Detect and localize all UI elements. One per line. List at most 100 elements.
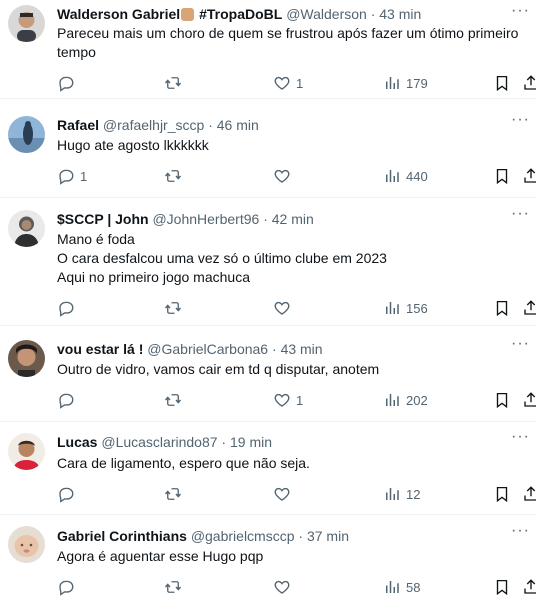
bookmark-button[interactable] (493, 484, 511, 504)
like-button[interactable]: 1 (273, 390, 303, 410)
share-button[interactable] (522, 166, 536, 186)
retweet-button[interactable] (164, 166, 182, 186)
views-button[interactable]: 179 (383, 73, 428, 93)
share-button[interactable] (522, 484, 536, 504)
share-icon (522, 391, 536, 409)
tweet[interactable]: Lucas @Lucasclarindo87 · 19 min ··· Cara… (0, 422, 536, 515)
tweet[interactable]: $SCCP | John @JohnHerbert96 · 42 min ···… (0, 198, 536, 326)
share-button[interactable] (522, 577, 536, 597)
view-count: 179 (406, 75, 428, 91)
views-button[interactable]: 58 (383, 577, 420, 597)
reply-icon (57, 391, 75, 409)
tweet-header: Lucas @Lucasclarindo87 · 19 min (57, 433, 506, 451)
user-handle[interactable]: @GabrielCarbona6 (147, 341, 268, 357)
display-name[interactable]: Rafael (57, 117, 99, 133)
bookmark-icon (493, 578, 511, 596)
avatar[interactable] (8, 433, 45, 470)
tweet-text-line: Hugo ate agosto lkkkkkk (57, 137, 209, 153)
timestamp[interactable]: 46 min (217, 117, 259, 133)
bookmark-button[interactable] (493, 390, 511, 410)
display-name[interactable]: $SCCP | John (57, 211, 149, 227)
analytics-icon (383, 391, 401, 409)
tweet-text: Outro de vidro, vamos cair em td q dispu… (57, 360, 516, 379)
user-handle[interactable]: @Walderson (286, 6, 367, 22)
reply-icon (57, 299, 75, 317)
retweet-button[interactable] (164, 577, 182, 597)
views-button[interactable]: 440 (383, 166, 428, 186)
like-button[interactable] (273, 166, 296, 186)
retweet-button[interactable] (164, 484, 182, 504)
separator-dot: · (208, 117, 213, 133)
separator-dot: · (263, 211, 268, 227)
tweet[interactable]: Gabriel Corinthians @gabrielcmsccp · 37 … (0, 515, 536, 614)
like-button[interactable]: 1 (273, 73, 303, 93)
retweet-button[interactable] (164, 390, 182, 410)
avatar[interactable] (8, 340, 45, 377)
reply-button[interactable] (57, 484, 80, 504)
reply-button[interactable] (57, 577, 80, 597)
reply-button[interactable]: 1 (57, 166, 87, 186)
bookmark-button[interactable] (493, 73, 511, 93)
share-button[interactable] (522, 298, 536, 318)
retweet-icon (164, 167, 182, 185)
timestamp[interactable]: 43 min (281, 341, 323, 357)
views-button[interactable]: 156 (383, 298, 428, 318)
like-count: 1 (296, 392, 304, 408)
more-options-icon[interactable]: ··· (511, 111, 530, 129)
bookmark-button[interactable] (493, 298, 511, 318)
share-button[interactable] (522, 73, 536, 93)
display-name-suffix[interactable]: #TropaDoBL (199, 6, 282, 22)
user-handle[interactable]: @rafaelhjr_sccp (103, 117, 204, 133)
timestamp[interactable]: 43 min (379, 6, 421, 22)
like-button[interactable] (273, 484, 296, 504)
analytics-icon (383, 167, 401, 185)
retweet-icon (164, 485, 182, 503)
reply-icon (57, 74, 75, 92)
timestamp[interactable]: 37 min (307, 528, 349, 544)
user-handle[interactable]: @JohnHerbert96 (152, 211, 259, 227)
more-options-icon[interactable]: ··· (511, 335, 530, 353)
reply-button[interactable] (57, 73, 80, 93)
views-button[interactable]: 12 (383, 484, 420, 504)
tweet-text: Agora é aguentar esse Hugo pqp (57, 547, 516, 566)
more-options-icon[interactable]: ··· (511, 428, 530, 446)
tweet-text-line: Aqui no primeiro jogo machuca (57, 269, 250, 285)
avatar[interactable] (8, 526, 45, 563)
avatar[interactable] (8, 116, 45, 153)
reply-button[interactable] (57, 298, 80, 318)
display-name[interactable]: Walderson Gabriel (57, 6, 180, 22)
separator-dot: · (298, 528, 304, 544)
retweet-button[interactable] (164, 298, 182, 318)
more-options-icon[interactable]: ··· (511, 522, 530, 540)
retweet-button[interactable] (164, 73, 182, 93)
avatar[interactable] (8, 210, 45, 247)
display-name[interactable]: Gabriel Corinthians (57, 528, 187, 544)
views-button[interactable]: 202 (383, 390, 428, 410)
tweet-text: Hugo ate agosto lkkkkkk (57, 136, 516, 155)
display-name[interactable]: Lucas (57, 434, 97, 450)
more-options-icon[interactable]: ··· (511, 2, 530, 20)
user-handle[interactable]: @gabrielcmsccp (191, 528, 295, 544)
like-button[interactable] (273, 298, 296, 318)
retweet-icon (164, 578, 182, 596)
tweet[interactable]: Walderson Gabriel #TropaDoBL @Walderson … (0, 0, 536, 99)
timestamp[interactable]: 42 min (272, 211, 314, 227)
hand-emoji-icon (181, 8, 195, 21)
user-handle[interactable]: @Lucasclarindo87 (101, 434, 217, 450)
bookmark-button[interactable] (493, 166, 511, 186)
tweet-text-line: tempo (57, 44, 96, 60)
reply-icon (57, 578, 75, 596)
tweet[interactable]: Rafael @rafaelhjr_sccp · 46 min ··· Hugo… (0, 99, 536, 198)
more-options-icon[interactable]: ··· (511, 205, 530, 223)
tweet[interactable]: vou estar lá ! @GabrielCarbona6 · 43 min… (0, 326, 536, 422)
bookmark-icon (493, 74, 511, 92)
share-button[interactable] (522, 390, 536, 410)
tweet-text-line: O cara desfalcou uma vez só o último clu… (57, 250, 387, 266)
reply-button[interactable] (57, 390, 80, 410)
bookmark-button[interactable] (493, 577, 511, 597)
like-button[interactable] (273, 577, 296, 597)
timestamp[interactable]: 19 min (230, 434, 272, 450)
avatar[interactable] (8, 5, 45, 42)
display-name[interactable]: vou estar lá ! (57, 341, 143, 357)
separator-dot: · (221, 434, 227, 450)
